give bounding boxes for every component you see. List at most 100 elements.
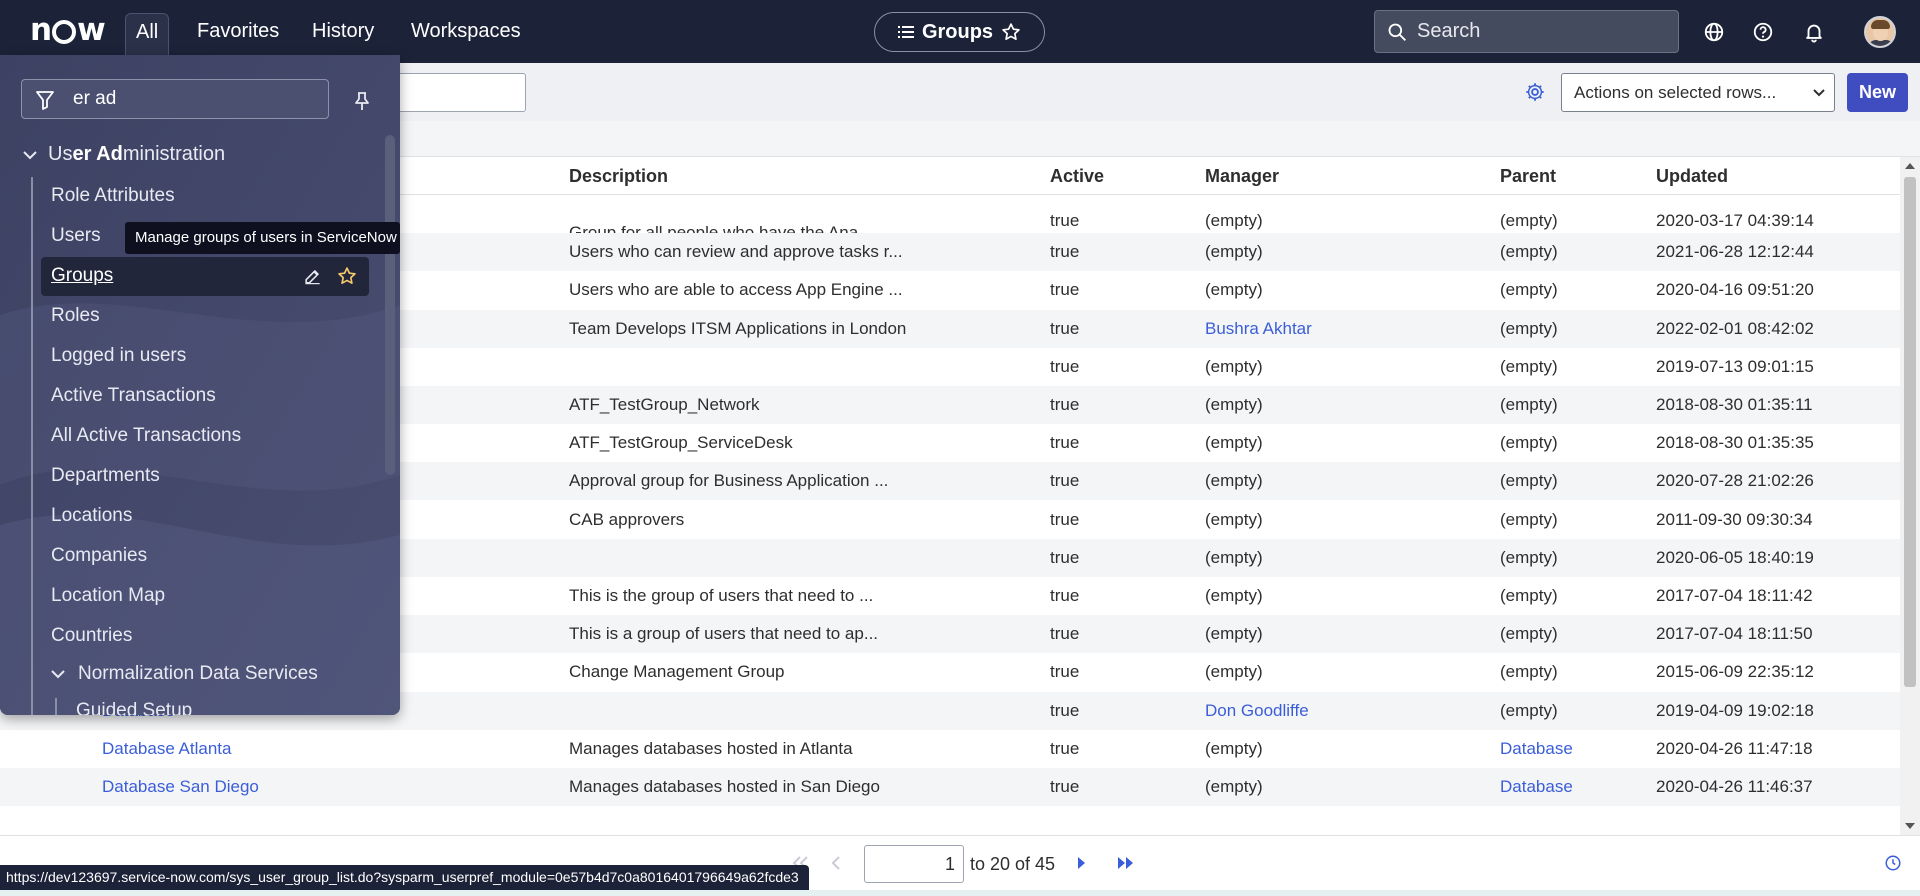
cell-description: Manages databases hosted in San Diego bbox=[569, 777, 880, 796]
cell-updated: 2020-03-17 04:39:14 bbox=[1656, 211, 1814, 230]
tree-guide-line bbox=[55, 698, 57, 715]
help-icon[interactable] bbox=[1752, 21, 1774, 43]
context-title-pill[interactable]: Groups bbox=[874, 12, 1045, 52]
next-page-icon[interactable] bbox=[1076, 856, 1088, 870]
bell-icon[interactable] bbox=[1803, 21, 1825, 43]
cell-active: true bbox=[1050, 318, 1080, 338]
cell-parent: (empty) bbox=[1500, 318, 1558, 338]
menu-item-countries[interactable]: Countries bbox=[51, 625, 132, 647]
global-search-input[interactable]: Search bbox=[1374, 10, 1679, 53]
cell-updated: 2019-07-13 09:01:15 bbox=[1656, 356, 1814, 376]
menu-item-role-attributes[interactable]: Role Attributes bbox=[51, 185, 175, 207]
cell-description: CAB approvers bbox=[569, 509, 685, 529]
menu-item-companies[interactable]: Companies bbox=[51, 545, 147, 567]
chevron-down-icon bbox=[23, 150, 37, 159]
cell-parent: (empty) bbox=[1500, 280, 1558, 300]
status-url: https://dev123697.service-now.com/sys_us… bbox=[0, 865, 809, 890]
last-page-icon[interactable] bbox=[1116, 856, 1136, 870]
cell-updated: 2011-09-30 09:30:34 bbox=[1656, 509, 1813, 529]
menu-section-normalization-data-services[interactable]: Normalization Data Services bbox=[50, 663, 318, 685]
avatar[interactable] bbox=[1864, 16, 1896, 48]
clock-icon[interactable] bbox=[1884, 854, 1902, 872]
cell-active: true bbox=[1050, 211, 1080, 230]
cell-manager: (empty) bbox=[1205, 433, 1263, 453]
cell-name[interactable]: Database San Diego bbox=[102, 777, 562, 797]
cell-description: ATF_TestGroup_Network bbox=[569, 395, 760, 414]
tab-history[interactable]: History bbox=[302, 13, 384, 55]
cell-updated: 2017-07-04 18:11:50 bbox=[1656, 624, 1813, 644]
globe-icon[interactable] bbox=[1703, 21, 1725, 43]
cell-updated: 2020-04-26 11:47:18 bbox=[1656, 738, 1813, 758]
top-header: nw All Favorites History Workspaces Grou… bbox=[0, 0, 1920, 63]
cell-manager: (empty) bbox=[1205, 242, 1263, 262]
new-button[interactable]: New bbox=[1847, 73, 1908, 112]
cell-updated: 2018-08-30 01:35:11 bbox=[1656, 395, 1813, 414]
column-header-manager[interactable]: Manager bbox=[1205, 166, 1279, 187]
table-scrollbar[interactable] bbox=[1900, 157, 1920, 835]
cell-active: true bbox=[1050, 356, 1080, 376]
cell-description: ATF_TestGroup_ServiceDesk bbox=[569, 433, 793, 453]
cell-active: true bbox=[1050, 586, 1080, 605]
column-header-description[interactable]: Description bbox=[569, 166, 668, 187]
cell-description: Users who are able to access App Engine … bbox=[569, 280, 903, 300]
cell-manager[interactable]: Don Goodliffe bbox=[1205, 701, 1309, 721]
menu-item-groups[interactable]: Groups bbox=[51, 265, 113, 287]
previous-page-icon[interactable] bbox=[830, 856, 842, 870]
context-title: Groups bbox=[921, 20, 994, 43]
gear-icon[interactable] bbox=[1524, 81, 1546, 103]
column-header-active[interactable]: Active bbox=[1050, 166, 1104, 187]
cell-parent[interactable]: Database bbox=[1500, 739, 1573, 759]
page-number-input[interactable]: 1 bbox=[864, 845, 964, 883]
star-icon[interactable] bbox=[1001, 22, 1021, 42]
menu-section-user-administration[interactable]: User Administration bbox=[22, 143, 225, 166]
list-search-input[interactable] bbox=[380, 73, 526, 112]
table-row[interactable]: Database Atlanta Manages databases hosted… bbox=[0, 730, 1900, 768]
actions-select[interactable]: Actions on selected rows... bbox=[1561, 73, 1835, 112]
tab-all[interactable]: All bbox=[125, 13, 170, 58]
cell-description: Team Develops ITSM Applications in Londo… bbox=[569, 318, 907, 338]
search-icon bbox=[1388, 23, 1406, 41]
menu-item-logged-in-users[interactable]: Logged in users bbox=[51, 345, 186, 367]
cell-updated: 2018-08-30 01:35:35 bbox=[1656, 433, 1814, 453]
star-icon[interactable] bbox=[337, 266, 357, 286]
tab-workspaces[interactable]: Workspaces bbox=[401, 13, 531, 55]
menu-item-location-map[interactable]: Location Map bbox=[51, 585, 165, 607]
servicenow-logo[interactable]: nw bbox=[30, 12, 106, 48]
cell-manager: (empty) bbox=[1205, 624, 1263, 644]
cell-parent: (empty) bbox=[1500, 586, 1558, 605]
pin-icon[interactable] bbox=[353, 91, 371, 111]
edit-icon[interactable] bbox=[303, 267, 322, 286]
column-header-parent[interactable]: Parent bbox=[1500, 166, 1556, 187]
table-row[interactable]: Database San Diego Manages databases host… bbox=[0, 768, 1900, 806]
menu-item-active-transactions[interactable]: Active Transactions bbox=[51, 385, 216, 407]
menu-item-guided-setup[interactable]: Guided Setup bbox=[76, 700, 192, 715]
menu-item-roles[interactable]: Roles bbox=[51, 305, 100, 327]
cell-active: true bbox=[1050, 547, 1080, 567]
menu-filter-input[interactable]: er ad bbox=[21, 79, 329, 119]
cell-updated: 2020-04-16 09:51:20 bbox=[1656, 280, 1814, 300]
menu-item-departments[interactable]: Departments bbox=[51, 465, 160, 487]
cell-active: true bbox=[1050, 509, 1080, 529]
all-menu-flyout: er ad User Administration Role Attribute… bbox=[0, 55, 400, 715]
cell-description: This is a group of users that need to ap… bbox=[569, 624, 879, 644]
cell-manager: (empty) bbox=[1205, 211, 1263, 230]
menu-item-all-active-transactions[interactable]: All Active Transactions bbox=[51, 425, 241, 447]
pager-range: to 20 of 45 bbox=[970, 854, 1056, 874]
tab-favorites[interactable]: Favorites bbox=[187, 13, 289, 55]
menu-scrollbar[interactable] bbox=[385, 135, 395, 475]
filter-icon bbox=[36, 91, 54, 110]
cell-active: true bbox=[1050, 395, 1080, 414]
cell-parent: (empty) bbox=[1500, 547, 1558, 567]
cell-parent[interactable]: Database bbox=[1500, 777, 1573, 797]
cell-manager[interactable]: Bushra Akhtar bbox=[1205, 319, 1312, 339]
cell-manager: (empty) bbox=[1205, 738, 1263, 758]
menu-item-users[interactable]: Users bbox=[51, 225, 101, 247]
column-header-updated[interactable]: Updated bbox=[1656, 166, 1728, 187]
cell-name[interactable]: Database Atlanta bbox=[102, 739, 562, 759]
cell-active: true bbox=[1050, 700, 1080, 720]
chevron-down-icon bbox=[1813, 89, 1825, 97]
cell-manager: (empty) bbox=[1205, 280, 1263, 300]
menu-item-locations[interactable]: Locations bbox=[51, 505, 132, 527]
cell-manager: (empty) bbox=[1205, 395, 1263, 414]
cell-manager: (empty) bbox=[1205, 662, 1263, 682]
